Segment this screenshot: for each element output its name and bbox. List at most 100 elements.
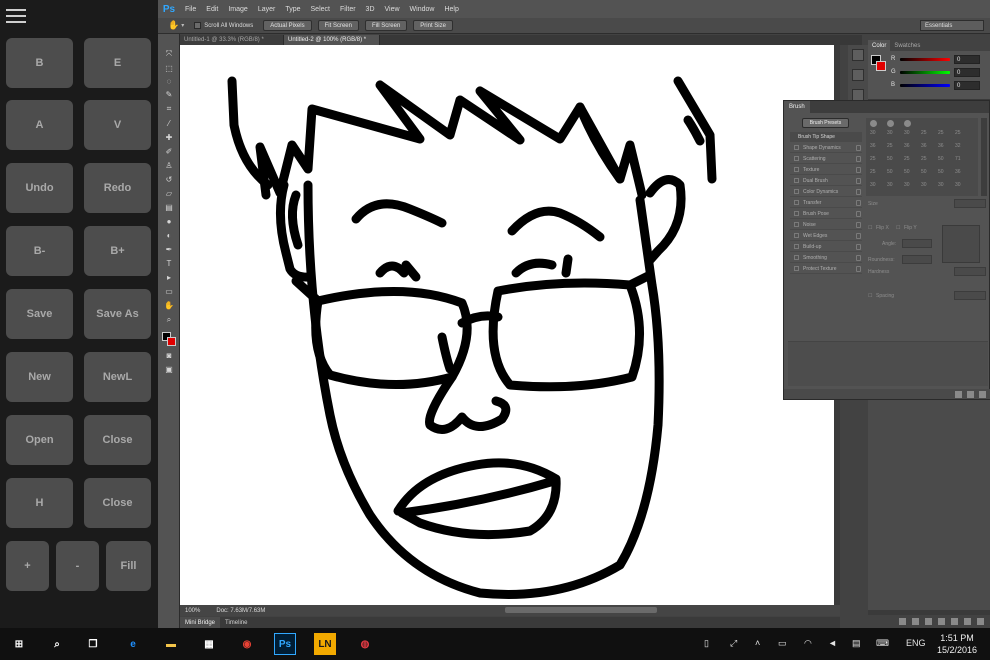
- channel-b-slider[interactable]: [900, 84, 950, 87]
- ln-app-icon[interactable]: LN: [314, 633, 336, 655]
- option-color-dynamics[interactable]: Color Dynamics: [790, 187, 862, 197]
- blur-tool-icon[interactable]: ●: [163, 216, 175, 227]
- angle-field[interactable]: [902, 239, 932, 248]
- tablet-mode-icon[interactable]: ⤢: [730, 638, 737, 649]
- option-wet-edges[interactable]: Wet Edges: [790, 231, 862, 241]
- brush-presets-button[interactable]: Brush Presets: [802, 118, 849, 128]
- brush-tip-size[interactable]: 25: [921, 130, 927, 136]
- task-view-icon[interactable]: ❐: [82, 633, 104, 655]
- tab-mini-bridge[interactable]: Mini Bridge: [180, 617, 221, 628]
- history-brush-tool-icon[interactable]: ↺: [163, 174, 175, 185]
- tab-untitled-1[interactable]: Untitled-1 @ 33.3% (RGB/8) *: [180, 35, 284, 45]
- menu-type[interactable]: Type: [280, 6, 305, 13]
- chevron-up-icon[interactable]: ˄: [755, 638, 760, 648]
- history-panel-icon[interactable]: [852, 49, 864, 61]
- brush-tip-size[interactable]: 25: [870, 156, 876, 162]
- brush-tip-size[interactable]: 25: [938, 130, 944, 136]
- menu-window[interactable]: Window: [405, 6, 440, 13]
- option-noise[interactable]: Noise: [790, 220, 862, 230]
- brush-tip-size[interactable]: 25: [921, 156, 927, 162]
- link-layers-icon[interactable]: [899, 618, 906, 625]
- brush-tip-size[interactable]: 50: [887, 169, 893, 175]
- file-explorer-icon[interactable]: ▬: [160, 633, 182, 655]
- zoom-level[interactable]: 100%: [185, 608, 200, 614]
- gradient-tool-icon[interactable]: ▤: [163, 202, 175, 213]
- undo-button[interactable]: Undo: [6, 163, 73, 213]
- clock[interactable]: 1:51 PM 15/2/2016: [932, 632, 982, 656]
- option-transfer[interactable]: Transfer: [790, 198, 862, 208]
- brush-tip-size[interactable]: 30: [904, 182, 910, 188]
- option-brush-tip-shape[interactable]: Brush Tip Shape: [790, 132, 862, 142]
- screen-mode-icon[interactable]: ▣: [163, 364, 175, 375]
- brush-tip-size[interactable]: 50: [904, 169, 910, 175]
- tab-timeline[interactable]: Timeline: [220, 617, 252, 628]
- new-group-icon[interactable]: [951, 618, 958, 625]
- fill-button[interactable]: Fill: [106, 541, 151, 591]
- tab-untitled-2[interactable]: Untitled-2 @ 100% (RGB/8) *: [284, 35, 380, 45]
- dodge-tool-icon[interactable]: ◐: [163, 230, 175, 241]
- menu-file[interactable]: File: [180, 6, 201, 13]
- shortcut-button-h[interactable]: H: [6, 478, 73, 528]
- hand-tool-preset-icon[interactable]: ✋: [168, 20, 179, 31]
- brush-tip-size[interactable]: 36: [921, 143, 927, 149]
- brush-tip-icon[interactable]: [887, 120, 894, 127]
- menu-3d[interactable]: 3D: [361, 6, 380, 13]
- scroll-all-windows-checkbox[interactable]: [194, 22, 202, 29]
- color-background-swatch[interactable]: [876, 61, 886, 71]
- windows-start-icon[interactable]: ⊞: [8, 633, 30, 655]
- option-smoothing[interactable]: Smoothing: [790, 253, 862, 263]
- menu-image[interactable]: Image: [223, 6, 252, 13]
- option-dual-brush[interactable]: Dual Brush: [790, 176, 862, 186]
- lasso-tool-icon[interactable]: ◌: [163, 76, 175, 87]
- option-brush-pose[interactable]: Brush Pose: [790, 209, 862, 219]
- add-mask-icon[interactable]: [925, 618, 932, 625]
- brush-tip-size[interactable]: 25: [870, 169, 876, 175]
- menu-layer[interactable]: Layer: [253, 6, 281, 13]
- drawing-canvas[interactable]: [180, 45, 838, 605]
- spacing-field[interactable]: [954, 291, 986, 300]
- menu-edit[interactable]: Edit: [201, 6, 223, 13]
- redo-button[interactable]: Redo: [84, 163, 151, 213]
- type-tool-icon[interactable]: T: [163, 258, 175, 269]
- flip-x-checkbox[interactable]: ☐: [868, 225, 872, 231]
- option-build-up[interactable]: Build-up: [790, 242, 862, 252]
- print-size-button[interactable]: Print Size: [413, 20, 453, 31]
- brush-tip-size[interactable]: 30: [938, 182, 944, 188]
- delete-layer-icon[interactable]: [977, 618, 984, 625]
- search-icon[interactable]: ⌕: [46, 633, 68, 655]
- open-button[interactable]: Open: [6, 415, 73, 465]
- option-scattering[interactable]: Scattering: [790, 154, 862, 164]
- brush-angle-preview[interactable]: [942, 225, 980, 263]
- channel-g-slider[interactable]: [900, 71, 950, 74]
- tab-swatches[interactable]: Swatches: [890, 40, 924, 51]
- actual-pixels-button[interactable]: Actual Pixels: [263, 20, 312, 31]
- path-selection-tool-icon[interactable]: ▸: [163, 272, 175, 283]
- brush-tip-size[interactable]: 30: [921, 182, 927, 188]
- background-color-swatch[interactable]: [167, 337, 176, 346]
- brush-size-decrease-button[interactable]: B-: [6, 226, 73, 276]
- hamburger-menu-icon[interactable]: [6, 9, 26, 24]
- marquee-tool-icon[interactable]: ⬚: [163, 63, 175, 74]
- edge-browser-icon[interactable]: e: [122, 633, 144, 655]
- rectangle-tool-icon[interactable]: ▭: [163, 286, 175, 297]
- brush-tip-size[interactable]: 36: [904, 143, 910, 149]
- brush-panel-header[interactable]: Brush: [784, 101, 989, 113]
- brush-tip-size[interactable]: 50: [887, 156, 893, 162]
- app-taskbar-icon[interactable]: ◍: [354, 633, 376, 655]
- brush-tip-size[interactable]: 36: [938, 143, 944, 149]
- brush-tip-size[interactable]: 30: [887, 130, 893, 136]
- zoom-tool-icon[interactable]: ⌕: [163, 314, 175, 325]
- brush-tip-size[interactable]: 30: [870, 130, 876, 136]
- photoshop-taskbar-icon[interactable]: Ps: [274, 633, 296, 655]
- new-layer-icon[interactable]: [964, 618, 971, 625]
- volume-icon[interactable]: ◄: [828, 638, 837, 648]
- chrome-icon[interactable]: ◉: [236, 633, 258, 655]
- properties-panel-icon[interactable]: [852, 69, 864, 81]
- store-icon[interactable]: ▦: [198, 633, 220, 655]
- pen-tool-icon[interactable]: ✒: [163, 244, 175, 255]
- battery-icon[interactable]: ▭: [778, 638, 787, 649]
- new-layer-button[interactable]: NewL: [84, 352, 151, 402]
- brush-tip-size[interactable]: 32: [955, 143, 961, 149]
- brush-tip-size[interactable]: 30: [904, 130, 910, 136]
- hardness-field[interactable]: [954, 267, 986, 276]
